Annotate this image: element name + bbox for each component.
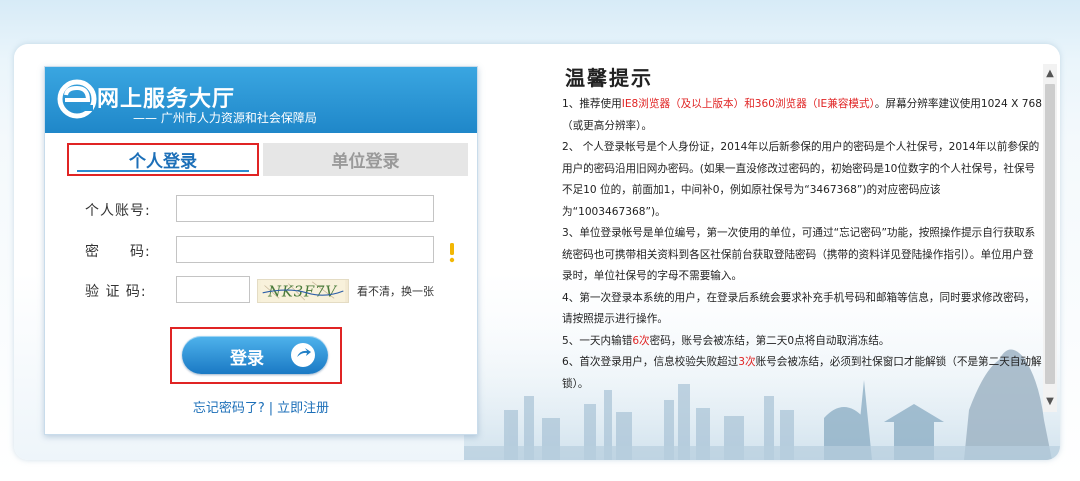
captcha-image[interactable]: NK3F7V [257,279,349,303]
login-button-highlight: 登录 [170,327,342,384]
login-panel: 网上服务大厅 —— 广州市人力资源和社会保障局 个人登录 单位登录 个人账号: … [44,66,478,435]
tip-item-1: 1、推荐使用IE8浏览器（及以上版本）和360浏览器（IE兼容模式）。屏幕分辨率… [562,98,1042,132]
tip-item-3: 3、单位登录帐号是单位编号，第一次使用的单位，可通过“忘记密码”功能，按照操作提… [562,227,1036,282]
scroll-down-arrow-icon[interactable]: ▼ [1043,394,1057,410]
portal-subtitle: —— 广州市人力资源和社会保障局 [133,111,317,125]
tips-title: 温馨提示 [565,66,653,90]
e-logo-icon [57,79,97,119]
captcha-input[interactable] [176,276,250,303]
tip-item-4: 4、第一次登录本系统的用户，在登录后系统会要求补充手机号码和邮箱等信息，同时要求… [562,291,1035,326]
register-link[interactable]: 立即注册 [277,401,329,416]
warning-exclamation-icon [449,243,455,263]
password-label: 密 码: [85,244,151,260]
tab-unit-login[interactable]: 单位登录 [263,143,468,176]
account-input[interactable] [176,195,434,222]
password-input[interactable] [176,236,434,263]
captcha-refresh-link[interactable]: 看不清，换一张 [357,283,434,299]
login-button-label: 登录 [230,349,264,369]
link-separator: | [268,401,274,416]
tip-item-2: 2、 个人登录帐号是个人身份证，2014年以后新参保的用户的密码是个人社保号，2… [562,141,1040,218]
account-label: 个人账号: [85,203,151,219]
captcha-label: 验 证 码: [85,284,147,300]
login-button[interactable]: 登录 [182,336,328,374]
scrollbar-thumb[interactable] [1045,84,1055,384]
forgot-password-link[interactable]: 忘记密码了? [193,401,265,416]
arrow-right-icon [291,343,315,367]
login-header: 网上服务大厅 —— 广州市人力资源和社会保障局 [45,67,477,133]
tips-scrollbar[interactable]: ▲ ▼ [1043,64,1057,412]
tab-personal-login[interactable]: 个人登录 [67,143,259,176]
scroll-up-arrow-icon[interactable]: ▲ [1043,66,1057,82]
tip-item-6: 6、首次登录用户，信息校验失败超过3次账号会被冻结，必须到社保窗口才能解锁（不是… [562,356,1042,390]
bottom-links: 忘记密码了? | 立即注册 [45,397,477,416]
tip-item-5: 5、一天内输错6次密码，账号会被冻结，第二天0点将自动取消冻结。 [562,334,890,347]
tips-body: 1、推荐使用IE8浏览器（及以上版本）和360浏览器（IE兼容模式）。屏幕分辨率… [562,94,1042,426]
